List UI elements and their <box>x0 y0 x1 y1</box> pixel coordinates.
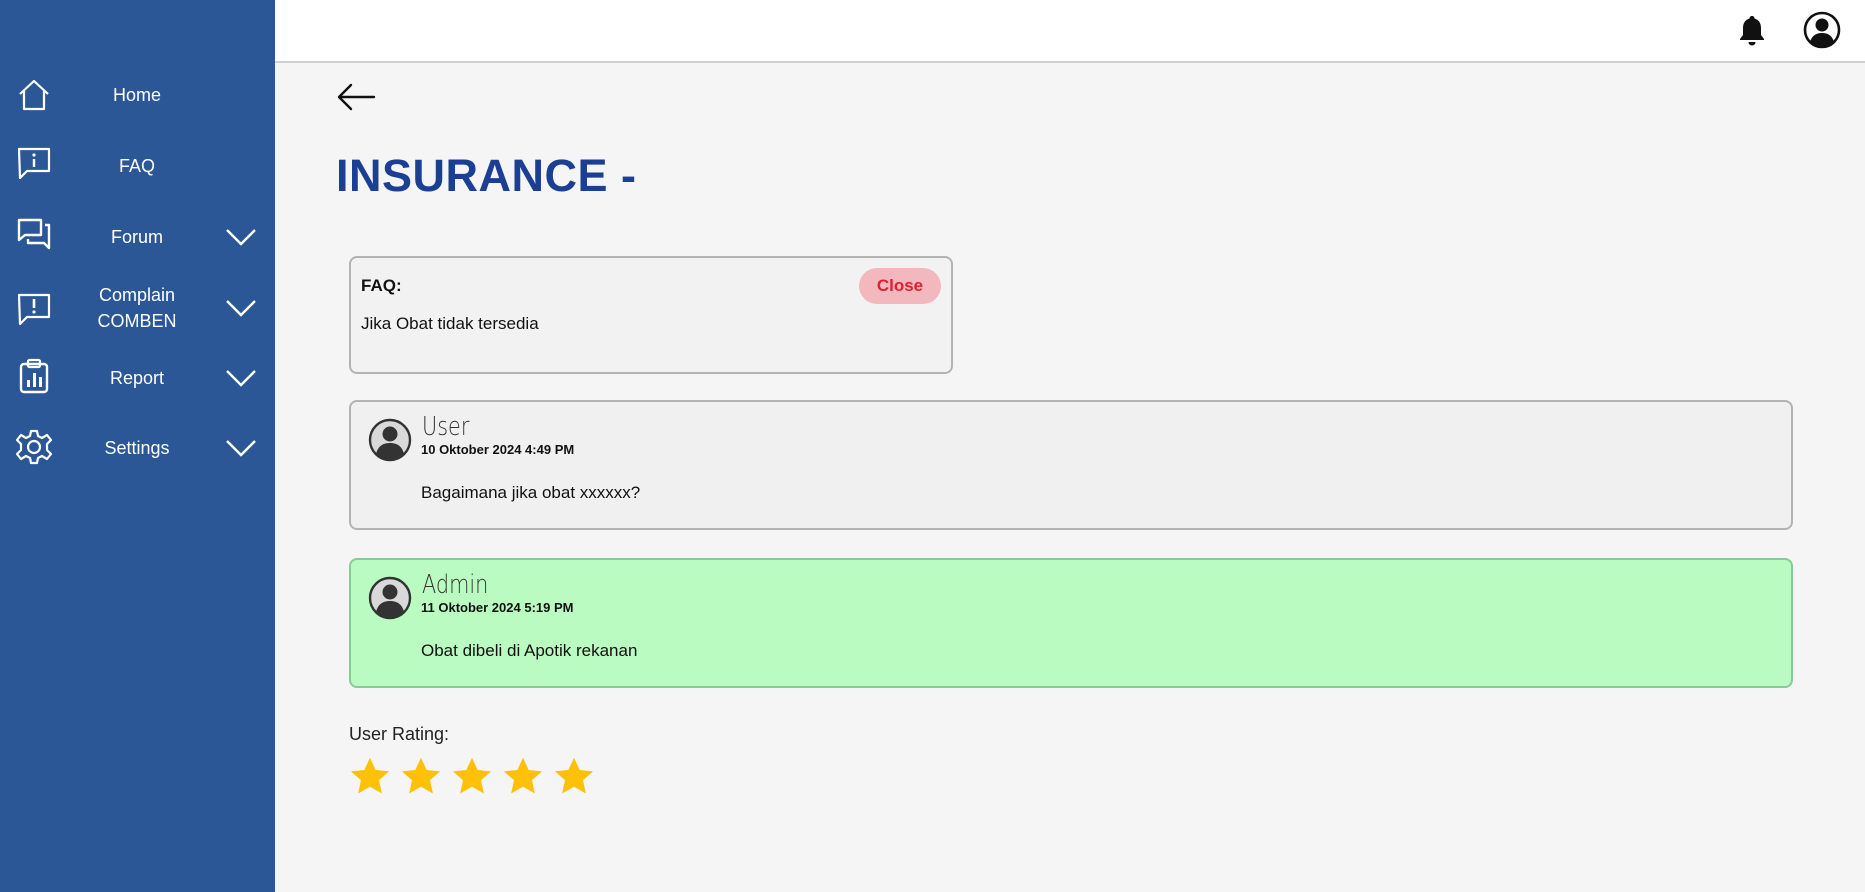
rating-label: User Rating: <box>349 724 450 744</box>
star-icon[interactable] <box>399 755 443 799</box>
sidebar-item-label: Settings <box>104 438 170 458</box>
sidebar-item-label: Report <box>109 368 165 388</box>
sidebar-item-label-line1: Complain <box>98 285 176 305</box>
faq-heading: FAQ: <box>361 276 402 295</box>
star-icon[interactable] <box>501 755 545 799</box>
user-avatar-icon <box>368 418 412 462</box>
admin-message-card: Admin 11 Oktober 2024 5:19 PM Obat dibel… <box>349 558 1793 688</box>
user-avatar-icon[interactable] <box>1803 11 1841 49</box>
faq-card: FAQ: Jika Obat tidak tersedia Close <box>349 256 953 374</box>
sidebar-item-report[interactable]: Report <box>0 348 275 408</box>
message-timestamp: 10 Oktober 2024 4:49 PM <box>421 442 575 457</box>
sidebar-item-settings[interactable]: Settings <box>0 418 275 478</box>
message-text: Bagaimana jika obat xxxxxx? <box>421 483 641 502</box>
star-icon[interactable] <box>552 755 596 799</box>
sidebar-item-forum[interactable]: Forum <box>0 207 275 267</box>
top-bar <box>275 0 1865 63</box>
chevron-down-icon[interactable] <box>225 368 257 388</box>
chevron-down-icon[interactable] <box>225 298 257 318</box>
bell-icon[interactable] <box>1738 14 1766 46</box>
chevron-down-icon[interactable] <box>225 438 257 458</box>
faq-icon <box>17 147 51 180</box>
close-button[interactable]: Close <box>859 268 941 304</box>
sidebar-item-label: FAQ <box>118 156 155 176</box>
sidebar-item-label: Home <box>112 85 161 105</box>
gear-icon <box>16 429 52 465</box>
star-icon[interactable] <box>450 755 494 799</box>
report-icon <box>19 358 49 394</box>
message-text: Obat dibeli di Apotik rekanan <box>421 641 638 660</box>
faq-question: Jika Obat tidak tersedia <box>361 314 539 333</box>
forum-icon <box>17 218 51 250</box>
user-avatar-icon <box>368 576 412 620</box>
home-icon <box>19 79 49 111</box>
message-author: User <box>422 412 470 442</box>
message-author: Admin <box>422 570 489 600</box>
sidebar: Home FAQ Forum Complain COMBEN Report Se… <box>0 0 275 892</box>
star-rating[interactable] <box>348 755 603 799</box>
sidebar-item-home[interactable]: Home <box>0 65 275 125</box>
page-title: INSURANCE - <box>336 150 637 201</box>
sidebar-item-faq[interactable]: FAQ <box>0 136 275 196</box>
user-message-card: User 10 Oktober 2024 4:49 PM Bagaimana j… <box>349 400 1793 530</box>
sidebar-item-label: Forum <box>110 227 163 247</box>
complain-icon <box>17 293 51 326</box>
sidebar-item-complain[interactable]: Complain COMBEN <box>0 278 275 338</box>
sidebar-item-label-line2: COMBEN <box>97 311 177 331</box>
arrow-left-icon[interactable] <box>336 80 376 114</box>
star-icon[interactable] <box>348 755 392 799</box>
message-timestamp: 11 Oktober 2024 5:19 PM <box>421 600 574 615</box>
chevron-down-icon[interactable] <box>225 227 257 247</box>
